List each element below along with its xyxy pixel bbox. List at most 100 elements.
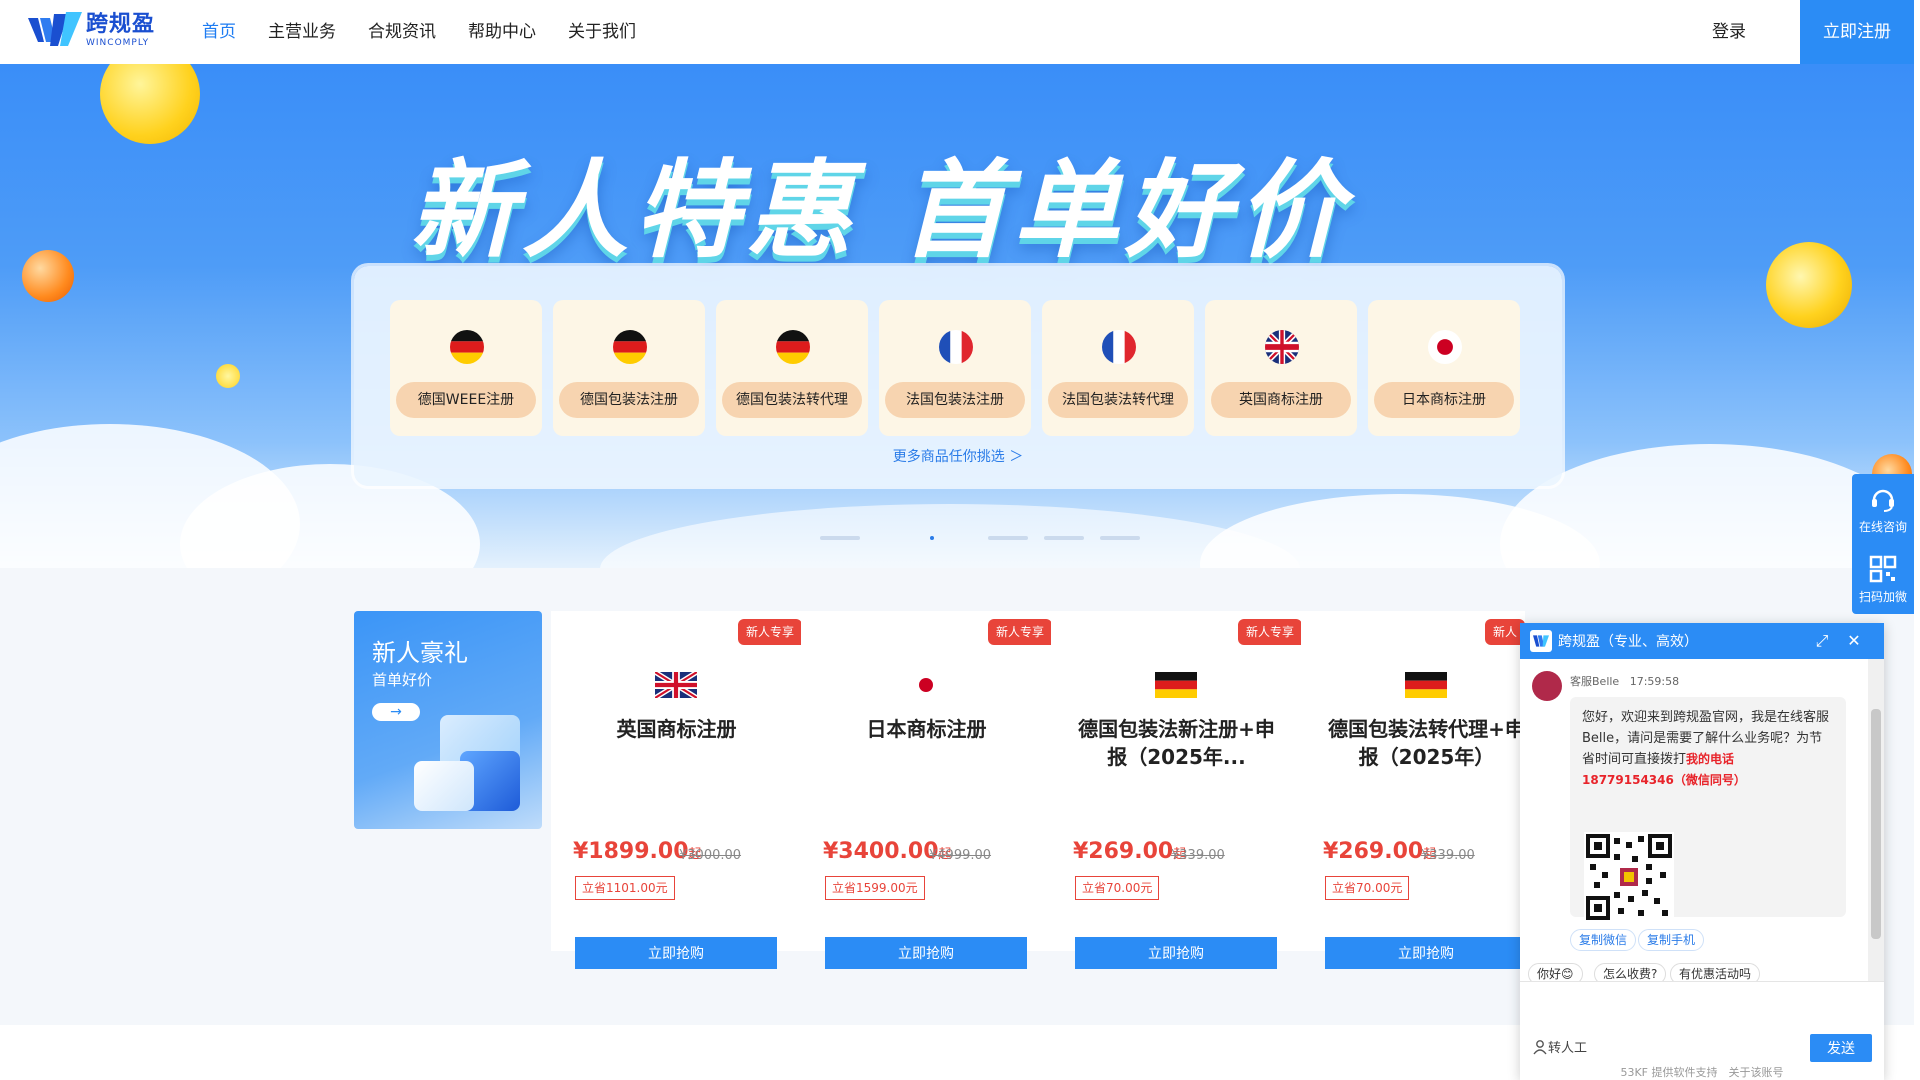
- product-name: 德国包装法转代理+申报（2025年）: [1328, 717, 1525, 769]
- phone-number[interactable]: 18779154346（微信同号）: [1582, 773, 1746, 787]
- phone-label: 我的电话: [1686, 752, 1735, 766]
- original-price: ¥339.00: [1171, 848, 1225, 863]
- nav-help[interactable]: 帮助中心: [468, 0, 536, 64]
- new-user-badge: 新人: [1484, 619, 1525, 645]
- buy-now-button[interactable]: 立即抢购: [1325, 937, 1527, 969]
- price-value: ¥269.00: [1073, 839, 1174, 864]
- chat-header: 跨规盈（专业、高效） ⤢ ✕: [1520, 623, 1884, 659]
- hero-banner[interactable]: 新人特惠 首单好价 德国WEEE注册 德国包装法注册 德国包装法转代理 法国包装法注册…: [0, 64, 1914, 568]
- offer-item[interactable]: 德国包装法转代理: [716, 300, 868, 436]
- offer-item[interactable]: 法国包装法转代理: [1042, 300, 1194, 436]
- site-header: 跨规盈 WINCOMPLY 首页 主营业务 合规资讯 帮助中心 关于我们 登录 …: [0, 0, 1920, 64]
- flag-uk-icon: [1265, 330, 1299, 364]
- chat-scrollbar[interactable]: [1868, 659, 1884, 981]
- original-price: ¥4999.00: [929, 848, 992, 863]
- flag-de-icon: [1155, 672, 1197, 698]
- offer-label[interactable]: 日本商标注册: [1374, 382, 1514, 418]
- product-name: 英国商标注册: [616, 717, 737, 741]
- message-time: 17:59:58: [1629, 675, 1680, 688]
- quick-reply-promo[interactable]: 有优惠活动吗: [1670, 963, 1761, 981]
- product-name: 日本商标注册: [866, 717, 987, 741]
- savings-tag: 立省1101.00元: [575, 876, 675, 900]
- carousel-dot[interactable]: [820, 536, 860, 540]
- product-card[interactable]: 新人专享 英国商标注册 ¥1899.00起 ¥3000.00 立省1101.00元 立即抢…: [551, 611, 802, 969]
- scrollbar-thumb[interactable]: [1871, 709, 1881, 939]
- flag-de-icon: [613, 330, 647, 364]
- offer-label[interactable]: 德国包装法注册: [559, 382, 699, 418]
- price-value: ¥3400.00: [823, 839, 939, 864]
- buy-now-button[interactable]: 立即抢购: [575, 937, 777, 969]
- nav-home[interactable]: 首页: [202, 0, 236, 64]
- carousel-dot[interactable]: [988, 536, 1028, 540]
- logo-mark-icon: [28, 12, 82, 50]
- scan-wechat-button[interactable]: 扫码加微: [1852, 544, 1914, 614]
- offer-label[interactable]: 德国WEEE注册: [396, 382, 536, 418]
- promo-title: 新人豪礼: [372, 639, 468, 667]
- buy-now-button[interactable]: 立即抢购: [1075, 937, 1277, 969]
- new-user-badge: 新人专享: [987, 619, 1052, 645]
- chat-input-area[interactable]: 转人工 发送 53KF 提供软件支持 关于该账号: [1520, 981, 1884, 1080]
- banner-title: 新人特惠 首单好价: [410, 149, 1349, 272]
- more-products-link[interactable]: 更多商品任你挑选 ＞: [354, 446, 1562, 466]
- quick-reply-price[interactable]: 怎么收费?: [1594, 963, 1667, 981]
- offer-card: 德国WEEE注册 德国包装法注册 德国包装法转代理 法国包装法注册 法国包装法转代理 英国…: [354, 266, 1562, 486]
- carousel-dot[interactable]: [1044, 536, 1084, 540]
- online-consult-button[interactable]: 在线咨询: [1852, 474, 1914, 544]
- logo[interactable]: 跨规盈 WINCOMPLY: [28, 12, 155, 50]
- savings-tag: 立省1599.00元: [825, 876, 925, 900]
- login-link[interactable]: 登录: [1712, 0, 1746, 64]
- new-user-badge: 新人专享: [1237, 619, 1302, 645]
- offer-label[interactable]: 德国包装法转代理: [722, 382, 862, 418]
- agent-meta: 客服Belle 17:59:58: [1570, 673, 1679, 689]
- product-card[interactable]: 新人 德国包装法转代理+申报（2025年） ¥269.00起 ¥339.00 立省70.…: [1301, 611, 1527, 969]
- nav-business[interactable]: 主营业务: [268, 0, 336, 64]
- price-value: ¥269.00: [1323, 839, 1424, 864]
- flag-de-icon: [1405, 672, 1447, 698]
- send-button[interactable]: 发送: [1810, 1034, 1872, 1062]
- orange-ball-icon: [22, 250, 74, 302]
- product-name: 德国包装法新注册+申报（2025年...: [1078, 717, 1275, 769]
- expand-icon[interactable]: ⤢: [1812, 631, 1832, 651]
- chat-title: 跨规盈（专业、高效）: [1558, 634, 1698, 650]
- buy-now-button[interactable]: 立即抢购: [825, 937, 1027, 969]
- offer-label[interactable]: 法国包装法转代理: [1048, 382, 1188, 418]
- carousel-dot[interactable]: [930, 536, 934, 540]
- product-price: ¥269.00起: [1073, 839, 1186, 864]
- powered-by-text: 53KF 提供软件支持 关于该账号: [1620, 1066, 1784, 1079]
- chat-logo-icon: [1530, 630, 1552, 652]
- copy-wechat-button[interactable]: 复制微信: [1570, 929, 1637, 951]
- yen-coin-icon: [1766, 242, 1852, 328]
- offer-item[interactable]: 德国WEEE注册: [390, 300, 542, 436]
- offer-item[interactable]: 法国包装法注册: [879, 300, 1031, 436]
- coin-icon: [100, 64, 200, 144]
- original-price: ¥3000.00: [679, 848, 742, 863]
- new-user-promo-card[interactable]: 新人豪礼 首单好价 →: [354, 611, 542, 829]
- close-icon[interactable]: ✕: [1844, 631, 1864, 651]
- flag-jp-icon: [1428, 330, 1462, 364]
- offer-item[interactable]: 英国商标注册: [1205, 300, 1357, 436]
- product-card[interactable]: 新人专享 日本商标注册 ¥3400.00起 ¥4999.00 立省1599.00元 立即抢…: [801, 611, 1052, 969]
- offer-item[interactable]: 日本商标注册: [1368, 300, 1520, 436]
- headset-icon: [1872, 489, 1894, 512]
- offer-label[interactable]: 英国商标注册: [1211, 382, 1351, 418]
- person-icon: [1533, 1039, 1547, 1054]
- nav-about[interactable]: 关于我们: [568, 0, 636, 64]
- nav-news[interactable]: 合规资讯: [368, 0, 436, 64]
- copy-phone-button[interactable]: 复制手机: [1638, 929, 1705, 951]
- agent-name: 客服Belle: [1570, 675, 1620, 688]
- flag-de-icon: [450, 330, 484, 364]
- promo-arrow-button[interactable]: →: [372, 703, 420, 721]
- quick-reply-hello[interactable]: 你好😊: [1528, 963, 1583, 981]
- register-button[interactable]: 立即注册: [1800, 0, 1914, 64]
- sparkle-icon: [216, 364, 240, 388]
- product-card[interactable]: 新人专享德国包装法新注册+申报（2025年... ¥269.00起 ¥339.00 立…: [1051, 611, 1302, 969]
- main-nav: 首页 主营业务 合规资讯 帮助中心 关于我们: [202, 0, 668, 64]
- offer-label[interactable]: 法国包装法注册: [885, 382, 1025, 418]
- chat-messages: 客服Belle 17:59:58 您好，欢迎来到跨规盈官网，我是在线客服Bell…: [1520, 659, 1884, 981]
- transfer-human-button[interactable]: 转人工: [1532, 1037, 1587, 1056]
- side-float-bar: 在线咨询 扫码加微: [1852, 474, 1914, 614]
- original-price: ¥339.00: [1421, 848, 1475, 863]
- carousel-dot[interactable]: [1100, 536, 1140, 540]
- offer-item[interactable]: 德国包装法注册: [553, 300, 705, 436]
- consult-label: 在线咨询: [1858, 519, 1907, 534]
